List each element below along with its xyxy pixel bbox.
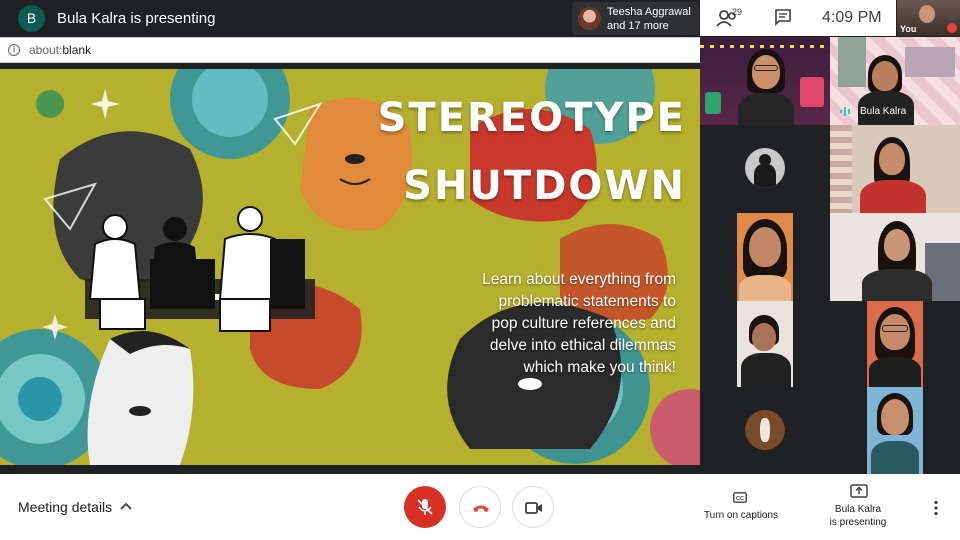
top-bar: B Bula Kalra is presenting Teesha Aggraw…: [0, 0, 960, 37]
url-path: blank: [62, 43, 92, 57]
meeting-clock: 4:09 PM: [822, 9, 882, 26]
participant-tile[interactable]: [830, 125, 960, 213]
slide-title-line2: SHUTDOWN: [403, 163, 686, 209]
svg-text:CC: CC: [736, 496, 744, 502]
hang-up-icon: [473, 505, 489, 512]
presenting-title: Bula Kalra is presenting: [57, 10, 216, 27]
participant-tile[interactable]: [867, 301, 923, 387]
participant-tile[interactable]: [830, 213, 960, 301]
participant-tile[interactable]: [737, 213, 793, 301]
participant-tile[interactable]: [867, 387, 923, 474]
chat-icon[interactable]: [774, 8, 792, 26]
present-status-line2[interactable]: is presenting: [818, 517, 898, 528]
presenter-tile-name: Bula Kalra: [860, 106, 907, 117]
presenter-avatar: B: [18, 5, 45, 32]
info-icon[interactable]: i: [8, 44, 20, 56]
chip-more-count: and 17 more: [607, 20, 669, 32]
captions-button[interactable]: Turn on captions: [701, 510, 781, 521]
participant-tile-presenter[interactable]: Bula Kalra: [830, 37, 960, 125]
present-screen-icon[interactable]: [850, 484, 868, 498]
chip-participant-name: Teesha Aggrawal: [607, 6, 691, 18]
participant-avatar: [745, 148, 785, 188]
slide-body-line: delve into ethical dilemmas: [489, 337, 676, 354]
url-scheme: about:: [29, 43, 63, 57]
camera-toggle-button[interactable]: [512, 486, 554, 528]
meeting-details-button[interactable]: Meeting details: [18, 499, 112, 515]
camera-icon: [525, 502, 542, 514]
top-controls: 29 4:09 PM: [700, 0, 896, 36]
mic-off-icon: [947, 23, 957, 33]
mic-toggle-button[interactable]: [404, 486, 446, 528]
participant-tile[interactable]: [700, 125, 830, 213]
participant-grid: Bula Kalra: [700, 37, 960, 474]
participant-tile[interactable]: [737, 301, 793, 387]
url-text[interactable]: about:blank: [29, 43, 91, 57]
participant-avatar: [745, 410, 785, 450]
participants-chip[interactable]: Teesha Aggrawal and 17 more: [572, 2, 699, 35]
self-label: You: [900, 24, 917, 34]
meet-window: B Bula Kalra is presenting Teesha Aggraw…: [0, 0, 960, 540]
speaking-indicator-icon: [840, 107, 850, 116]
end-call-button[interactable]: [459, 486, 501, 528]
self-view-tile[interactable]: You: [897, 0, 960, 36]
slide-body-line: Learn about everything from: [482, 271, 676, 288]
participant-count: 29: [732, 7, 743, 17]
mic-off-icon: [417, 499, 433, 515]
participant-avatar: [578, 7, 601, 30]
chevron-up-icon[interactable]: [120, 501, 132, 511]
browser-url-bar[interactable]: i about:blank: [0, 37, 700, 63]
slide-body-line: problematic statements to: [498, 293, 676, 310]
self-video: [919, 5, 935, 23]
bottom-bar: Meeting details CC Turn on captions Bula…: [0, 474, 960, 540]
participant-tile[interactable]: [700, 387, 830, 474]
slide-body-line: which make you think!: [523, 359, 677, 376]
captions-icon[interactable]: CC: [733, 492, 747, 503]
slide-title-line1: STEREOTYPE: [377, 95, 686, 141]
slide-body-text: Learn about everything from problematic …: [440, 269, 676, 379]
present-status-line1[interactable]: Bula Kalra: [818, 504, 898, 515]
presented-slide: STEREOTYPE SHUTDOWN Learn about everythi…: [0, 69, 700, 465]
more-options-icon[interactable]: [933, 500, 939, 516]
participant-tile[interactable]: [700, 37, 830, 125]
slide-body-line: pop culture references and: [491, 315, 676, 332]
